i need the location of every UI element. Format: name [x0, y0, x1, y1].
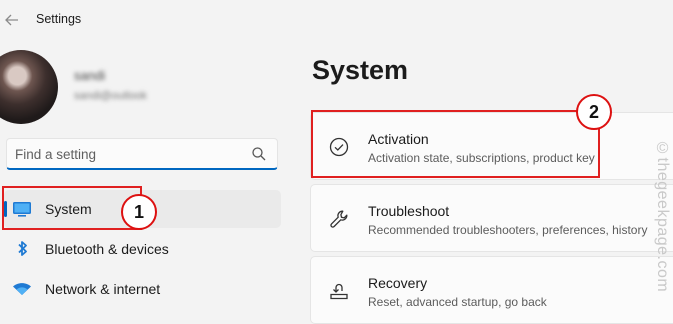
- watermark: ©thegeekpage.com: [654, 140, 671, 293]
- back-button[interactable]: [0, 8, 24, 32]
- recovery-icon: [330, 283, 348, 300]
- back-arrow-icon: [5, 14, 18, 26]
- sidebar-item-label: Bluetooth & devices: [45, 241, 169, 257]
- settings-card-troubleshoot[interactable]: Troubleshoot Recommended troubleshooters…: [310, 184, 673, 252]
- search-icon[interactable]: [251, 146, 267, 162]
- sidebar-item-network[interactable]: Network & internet: [4, 270, 281, 308]
- user-name: sandi: [74, 68, 106, 83]
- bluetooth-icon: [18, 241, 27, 256]
- app-title: Settings: [36, 12, 82, 26]
- user-email: sandi@outlook: [74, 90, 147, 102]
- sidebar-item-bluetooth[interactable]: Bluetooth & devices: [4, 230, 281, 268]
- card-subtitle: Recommended troubleshooters, preferences…: [368, 223, 648, 237]
- search-input[interactable]: [15, 144, 235, 164]
- wifi-icon: [13, 283, 31, 295]
- page-title: System: [312, 55, 409, 85]
- settings-card-recovery[interactable]: Recovery Reset, advanced startup, go bac…: [310, 256, 673, 324]
- step-badge-2: 2: [576, 94, 612, 130]
- card-subtitle: Reset, advanced startup, go back: [368, 295, 547, 309]
- sidebar-item-label: Network & internet: [45, 281, 161, 297]
- step-badge-1: 1: [121, 194, 157, 230]
- avatar[interactable]: [0, 50, 58, 124]
- card-title: Troubleshoot: [368, 203, 450, 219]
- card-title: Recovery: [368, 275, 428, 291]
- wrench-icon: [330, 210, 348, 228]
- highlight-box-activation: [311, 110, 600, 178]
- search-box[interactable]: [6, 138, 278, 170]
